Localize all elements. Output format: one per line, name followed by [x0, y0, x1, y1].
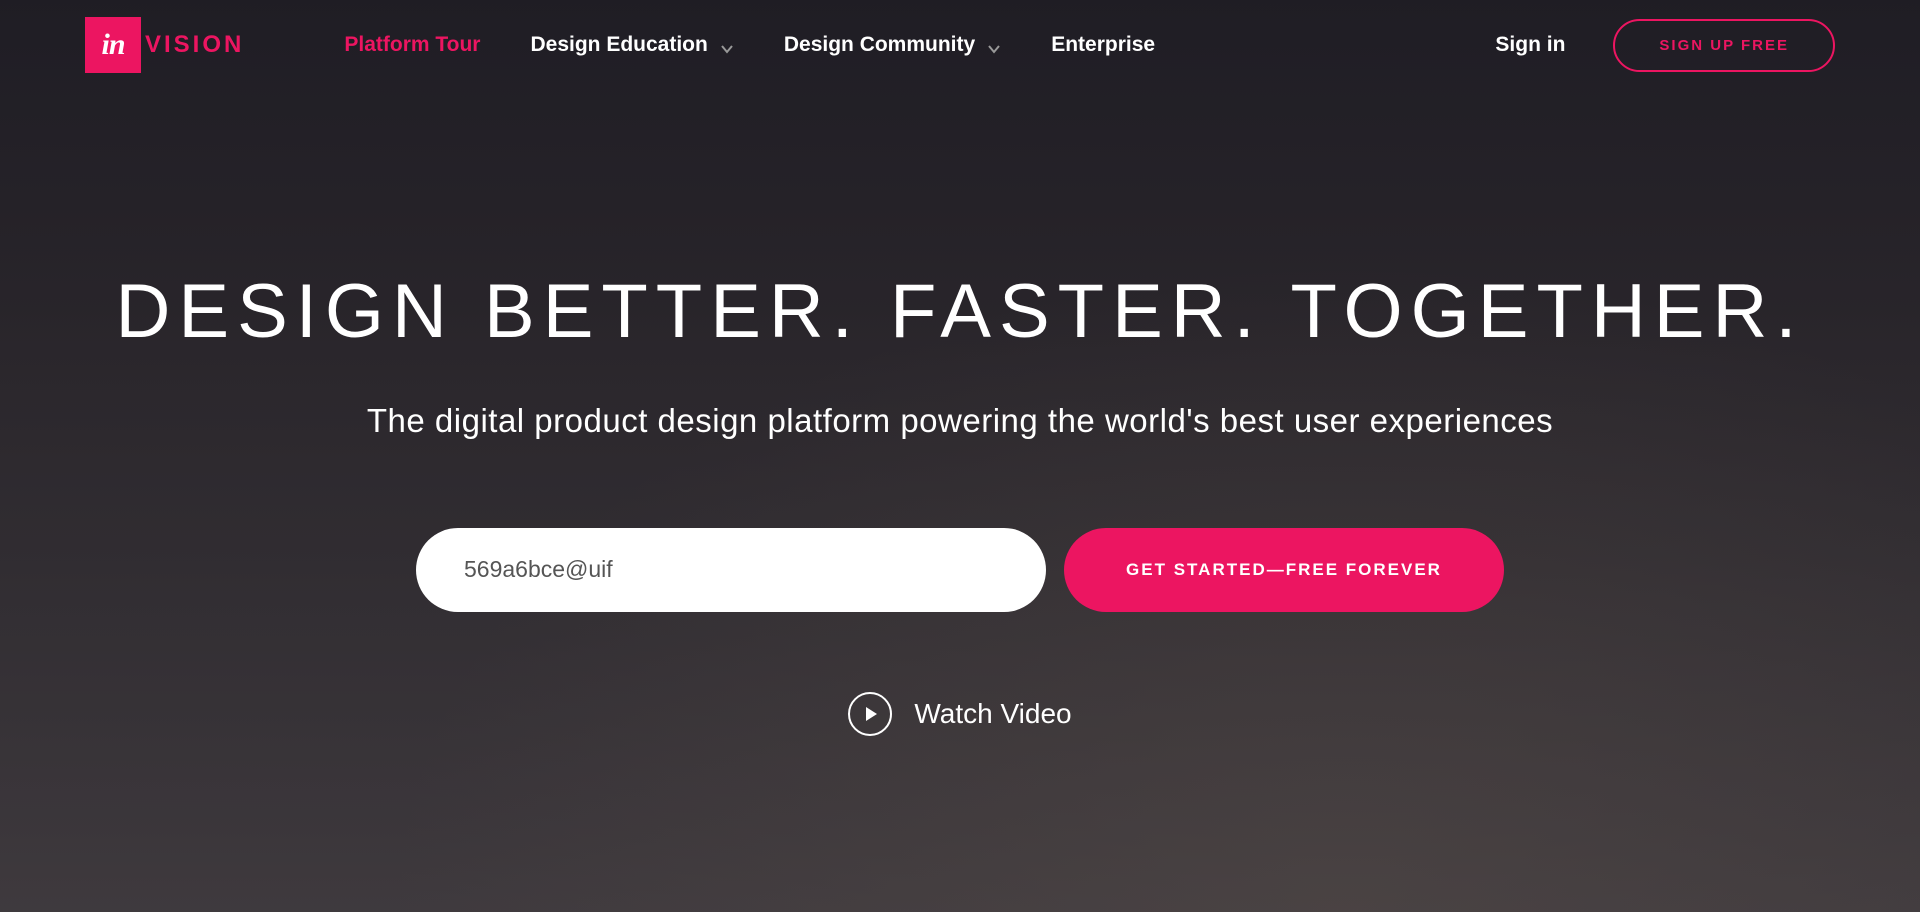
- hero-title: DESIGN BETTER. FASTER. TOGETHER.: [0, 270, 1920, 354]
- nav-label: Design Community: [784, 33, 975, 57]
- sign-in-link[interactable]: Sign in: [1495, 33, 1565, 57]
- site-header: in VISION Platform Tour Design Education…: [0, 0, 1920, 90]
- logo-in-text: in: [101, 28, 124, 62]
- nav-enterprise[interactable]: Enterprise: [1051, 33, 1155, 57]
- play-triangle-icon: [866, 707, 877, 721]
- hero-subtitle: The digital product design platform powe…: [0, 402, 1920, 440]
- brand-logo[interactable]: in VISION: [85, 17, 244, 73]
- main-nav: Platform Tour Design Education Design Co…: [344, 33, 1495, 57]
- watch-video-label: Watch Video: [914, 698, 1071, 730]
- hero-section: DESIGN BETTER. FASTER. TOGETHER. The dig…: [0, 90, 1920, 736]
- nav-label: Enterprise: [1051, 33, 1155, 57]
- watch-video-link[interactable]: Watch Video: [0, 692, 1920, 736]
- chevron-down-icon: [987, 38, 1001, 52]
- cta-row: GET STARTED—FREE FOREVER: [0, 528, 1920, 612]
- sign-up-free-button[interactable]: SIGN UP FREE: [1613, 19, 1835, 72]
- header-actions: Sign in SIGN UP FREE: [1495, 19, 1835, 72]
- play-icon: [848, 692, 892, 736]
- logo-mark: in: [85, 17, 141, 73]
- chevron-down-icon: [720, 38, 734, 52]
- get-started-button[interactable]: GET STARTED—FREE FOREVER: [1064, 528, 1504, 612]
- logo-wordmark: VISION: [145, 31, 244, 59]
- nav-label: Platform Tour: [344, 33, 480, 57]
- email-input[interactable]: [416, 528, 1046, 612]
- nav-label: Design Education: [530, 33, 707, 57]
- nav-platform-tour[interactable]: Platform Tour: [344, 33, 480, 57]
- nav-design-community[interactable]: Design Community: [784, 33, 1001, 57]
- nav-design-education[interactable]: Design Education: [530, 33, 733, 57]
